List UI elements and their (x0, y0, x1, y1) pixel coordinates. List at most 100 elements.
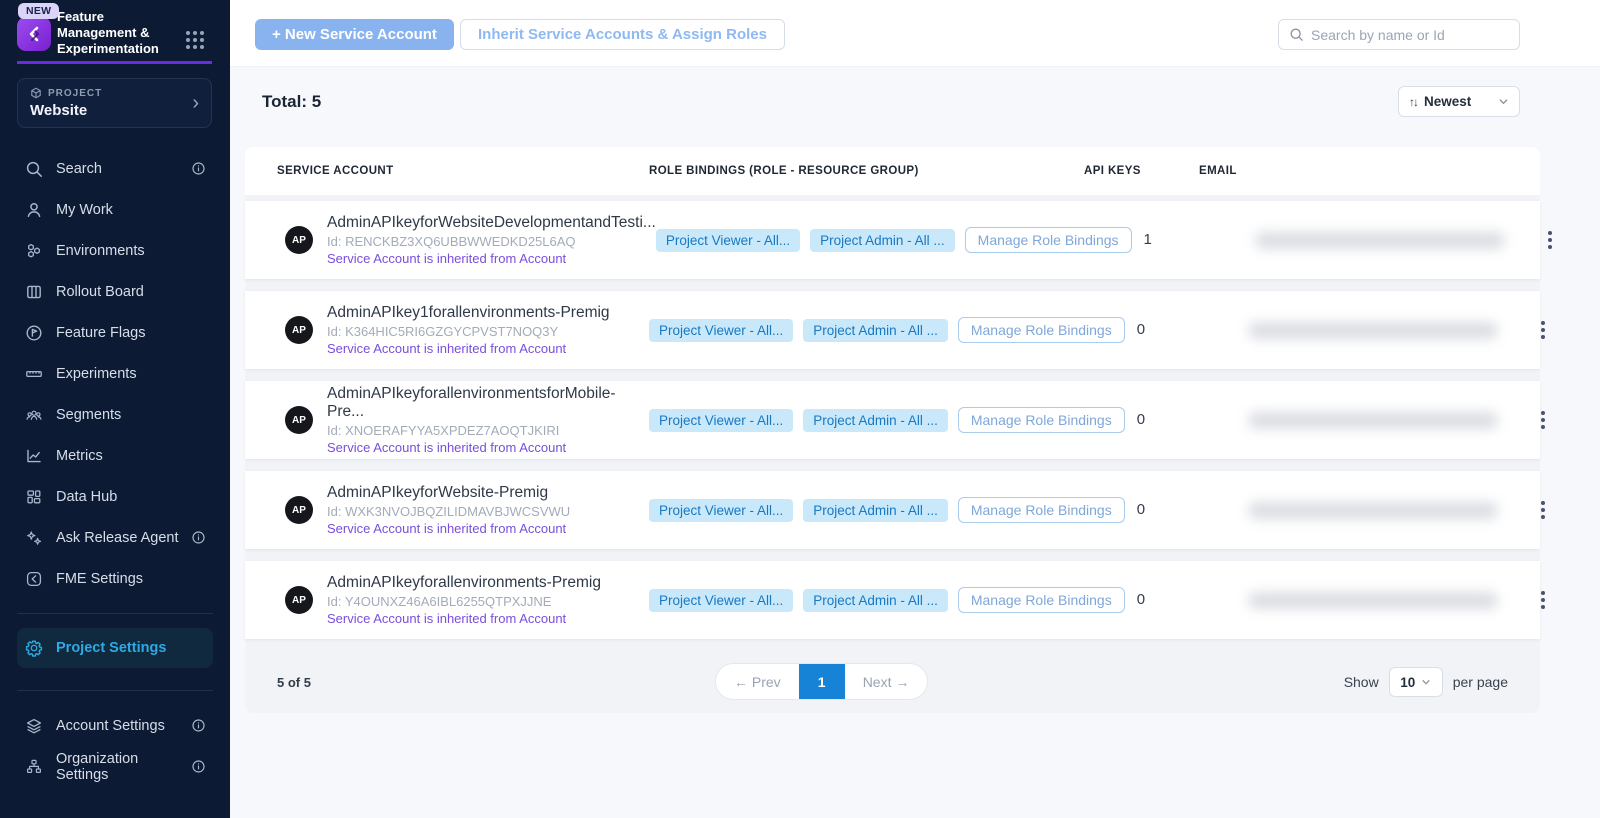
role-badge: Project Admin - All ... (803, 499, 948, 522)
avatar: AP (285, 586, 313, 614)
column-api-keys: API KEYS (1084, 165, 1199, 177)
app-root: NEW Feature Management & Experimentation… (0, 0, 1600, 818)
sidebar-item-my-work[interactable]: My Work (0, 189, 230, 230)
inherit-service-accounts-button[interactable]: Inherit Service Accounts & Assign Roles (460, 19, 785, 50)
table-row: AP AdminAPIkey1forallenvironments-Premig… (245, 291, 1540, 369)
sidebar-nav: Search My Work Environments (0, 148, 230, 787)
avatar: AP (285, 496, 313, 524)
sidebar-item-ask-release-agent[interactable]: Ask Release Agent (0, 517, 230, 558)
project-label: PROJECT (48, 88, 102, 99)
service-account-id: Id: XNOERAFYYA5XPDEZ7AOQTJKIRI (327, 423, 649, 438)
api-keys-count: 0 (1137, 411, 1145, 428)
prev-page-button[interactable]: ← Prev (716, 664, 799, 699)
sidebar-item-project-settings[interactable]: Project Settings (17, 628, 213, 668)
people-group-icon (25, 406, 43, 424)
service-account-id: Id: K364HIC5RI6GZGYCPVST7NOQ3Y (327, 324, 610, 339)
project-selector[interactable]: PROJECT Website › (17, 78, 212, 128)
api-keys-count: 1 (1144, 231, 1152, 248)
layers-icon (25, 717, 43, 735)
sidebar-item-segments[interactable]: Segments (0, 394, 230, 435)
sidebar-item-experiments[interactable]: Experiments (0, 353, 230, 394)
manage-role-bindings-button[interactable]: Manage Role Bindings (958, 497, 1125, 523)
per-page-control: Show 10 per page (1344, 667, 1508, 697)
gear-icon (25, 639, 43, 657)
new-service-account-button[interactable]: + New Service Account (255, 19, 454, 50)
inherited-note: Service Account is inherited from Accoun… (327, 251, 656, 266)
avatar: AP (285, 226, 313, 254)
table-row: AP AdminAPIkeyforallenvironmentsforMobil… (245, 381, 1540, 459)
sidebar-item-search[interactable]: Search (0, 148, 230, 189)
manage-role-bindings-button[interactable]: Manage Role Bindings (958, 407, 1125, 433)
chevron-down-icon (1421, 677, 1431, 687)
manage-role-bindings-button[interactable]: Manage Role Bindings (965, 227, 1132, 253)
show-label: Show (1344, 674, 1379, 690)
sidebar-item-organization-settings[interactable]: Organization Settings (0, 746, 230, 787)
role-badge: Project Viewer - All... (649, 319, 793, 342)
inherited-note: Service Account is inherited from Accoun… (327, 440, 649, 455)
service-account-id: Id: RENCKBZ3XQ6UBBWWEDKD25L6AQ (327, 234, 656, 249)
sidebar-item-account-settings[interactable]: Account Settings (0, 705, 230, 746)
role-badge: Project Viewer - All... (656, 229, 800, 252)
info-icon (191, 161, 206, 176)
person-icon (25, 201, 43, 219)
kebab-menu[interactable] (1536, 496, 1550, 524)
kebab-menu[interactable] (1536, 316, 1550, 344)
kebab-menu[interactable] (1536, 406, 1550, 434)
manage-role-bindings-button[interactable]: Manage Role Bindings (958, 587, 1125, 613)
grid-squares-icon (25, 488, 43, 506)
chevron-right-icon: › (192, 92, 199, 115)
avatar: AP (285, 406, 313, 434)
sidebar-item-feature-flags[interactable]: Feature Flags (0, 312, 230, 353)
kebab-menu[interactable] (1543, 226, 1557, 254)
email-redacted (1255, 232, 1505, 249)
chart-icon (25, 447, 43, 465)
search-input[interactable] (1311, 27, 1509, 43)
chevron-down-icon (1498, 96, 1509, 107)
per-page-label: per page (1453, 674, 1508, 690)
api-keys-count: 0 (1137, 501, 1145, 518)
column-service-account: SERVICE ACCOUNT (245, 165, 649, 177)
role-badge: Project Viewer - All... (649, 409, 793, 432)
avatar: AP (285, 316, 313, 344)
sidebar: NEW Feature Management & Experimentation… (0, 0, 230, 818)
sidebar-item-metrics[interactable]: Metrics (0, 435, 230, 476)
search-box (1278, 19, 1520, 50)
fme-logo-icon (25, 570, 43, 588)
accent-divider (17, 61, 212, 64)
app-title: Feature Management & Experimentation (57, 9, 185, 57)
app-switcher-icon[interactable] (186, 31, 204, 49)
sidebar-item-rollout-board[interactable]: Rollout Board (0, 271, 230, 312)
app-logo-icon (17, 17, 51, 51)
manage-role-bindings-button[interactable]: Manage Role Bindings (958, 317, 1125, 343)
service-account-name: AdminAPIkeyforWebsiteDevelopmentandTesti… (327, 214, 656, 232)
info-icon (191, 718, 206, 733)
table-row: AP AdminAPIkeyforWebsiteDevelopmentandTe… (245, 201, 1540, 279)
table-header: SERVICE ACCOUNT ROLE BINDINGS (ROLE - RE… (245, 147, 1540, 195)
sidebar-item-fme-settings[interactable]: FME Settings (0, 558, 230, 599)
topbar: + New Service Account Inherit Service Ac… (230, 0, 1600, 67)
service-account-name: AdminAPIkeyforallenvironments-Premig (327, 574, 601, 592)
table-row: AP AdminAPIkeyforallenvironments-Premig … (245, 561, 1540, 639)
kebab-menu[interactable] (1536, 586, 1550, 614)
current-page-button[interactable]: 1 (799, 664, 845, 699)
inherited-note: Service Account is inherited from Accoun… (327, 611, 601, 626)
sort-dropdown[interactable]: ↑↓ Newest (1398, 86, 1520, 117)
sidebar-divider (17, 613, 213, 614)
inherited-note: Service Account is inherited from Accoun… (327, 521, 570, 536)
service-account-id: Id: Y4OUNXZ46A6IBL6255QTPXJJNE (327, 594, 601, 609)
next-page-button[interactable]: Next → (845, 664, 928, 699)
sidebar-item-data-hub[interactable]: Data Hub (0, 476, 230, 517)
sidebar-item-environments[interactable]: Environments (0, 230, 230, 271)
per-page-select[interactable]: 10 (1389, 667, 1443, 697)
info-icon (191, 530, 206, 545)
service-account-name: AdminAPIkeyforallenvironmentsforMobile-P… (327, 385, 649, 421)
board-icon (25, 283, 43, 301)
email-redacted (1248, 592, 1498, 609)
org-chart-icon (25, 758, 43, 776)
main-content: Total: 5 ↑↓ Newest SERVICE ACCOUNT ROLE … (230, 67, 1600, 818)
api-keys-count: 0 (1137, 321, 1145, 338)
sort-arrows-icon: ↑↓ (1409, 95, 1417, 109)
flag-icon (25, 324, 43, 342)
ruler-icon (25, 365, 43, 383)
inherited-note: Service Account is inherited from Accoun… (327, 341, 610, 356)
